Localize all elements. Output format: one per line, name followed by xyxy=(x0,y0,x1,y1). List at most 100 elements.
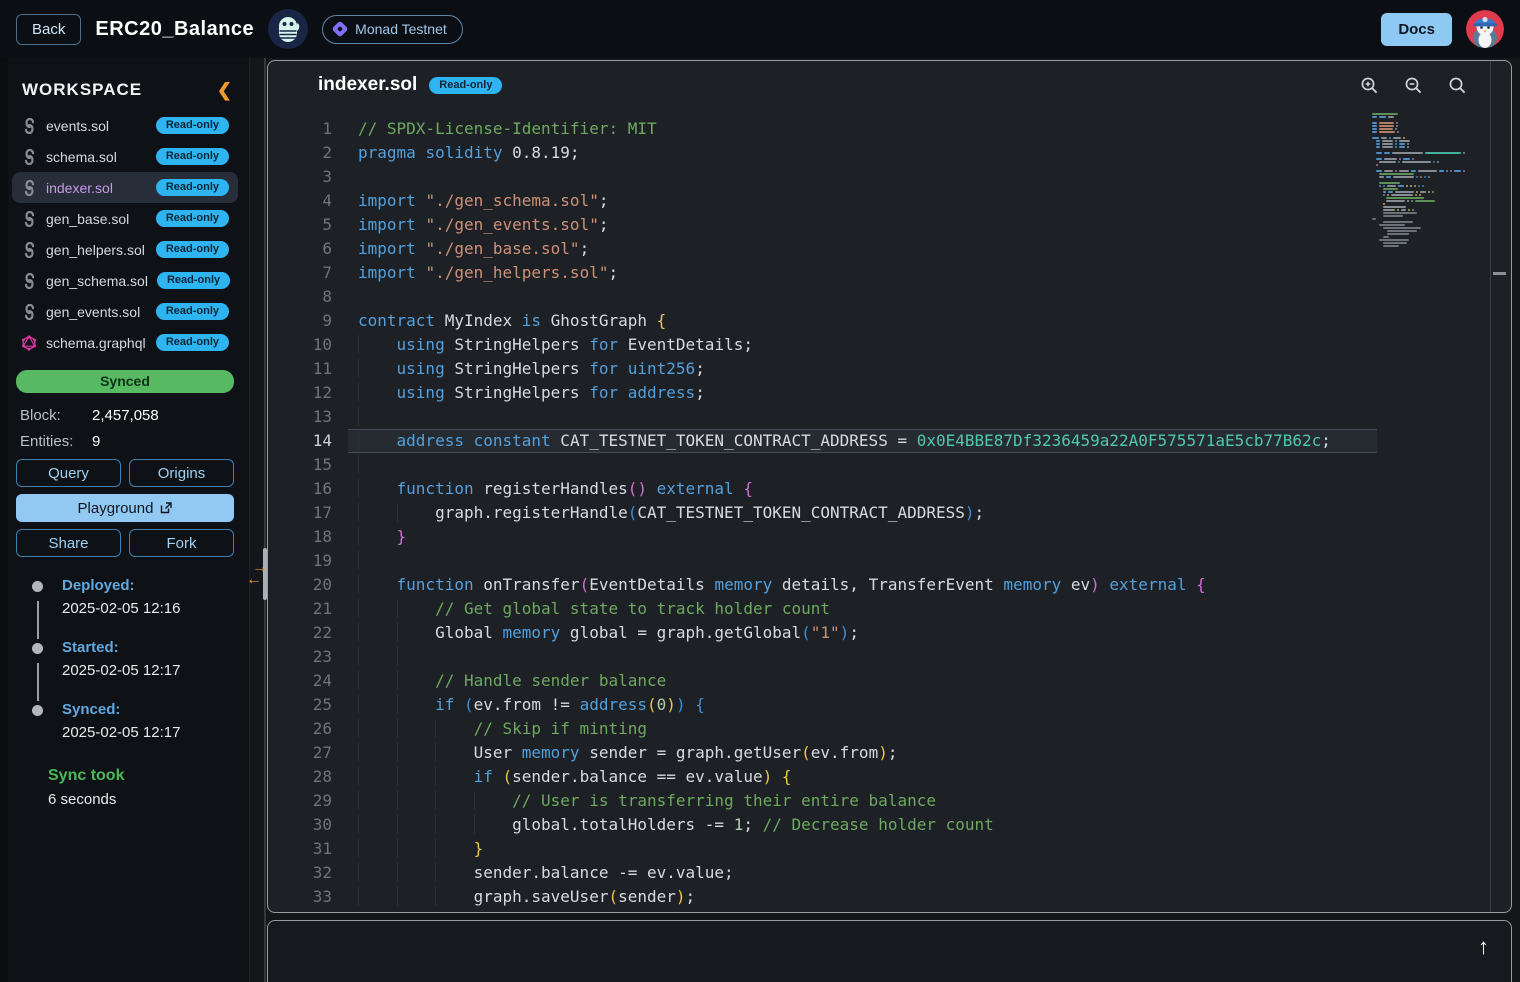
file-name: gen_base.sol xyxy=(46,211,129,227)
code-line-10: 10 using StringHelpers for EventDetails; xyxy=(268,333,1511,357)
fork-button[interactable]: Fork xyxy=(129,529,234,557)
collapse-left-arrow-icon[interactable]: ← xyxy=(246,572,262,588)
query-button[interactable]: Query xyxy=(16,459,121,487)
code-line-16: 16 function registerHandles() external { xyxy=(268,477,1511,501)
timeline-dot xyxy=(32,581,43,592)
timeline-item: Started: 2025-02-05 12:17 xyxy=(20,639,250,679)
timeline-dot xyxy=(32,643,43,654)
block-label: Block: xyxy=(20,407,92,424)
file-name: gen_schema.sol xyxy=(46,273,148,289)
code-line-14: 14 address constant CAT_TESTNET_TOKEN_CO… xyxy=(268,429,1511,453)
timeline-label: Started: xyxy=(62,639,250,656)
sidebar-item-schema.graphql[interactable]: schema.graphql Read-only xyxy=(12,327,238,358)
collapse-sidebar-icon[interactable]: ❮ xyxy=(217,81,232,99)
code-editor-panel: indexer.sol Read-only 1// SPDX-License-I… xyxy=(267,60,1512,913)
bottom-panel: ↑ xyxy=(267,920,1512,982)
code-line-2: 2pragma solidity 0.8.19; xyxy=(268,141,1511,165)
playground-button[interactable]: Playground xyxy=(16,494,234,522)
timeline-timestamp: 2025-02-05 12:17 xyxy=(62,662,250,679)
code-line-30: 30 global.totalHolders -= 1; // Decrease… xyxy=(268,813,1511,837)
code-line-25: 25 if (ev.from != address(0)) { xyxy=(268,693,1511,717)
code-line-18: 18 } xyxy=(268,525,1511,549)
readonly-badge: Read-only xyxy=(156,148,229,165)
workspace-title: WORKSPACE xyxy=(22,80,217,100)
entities-label: Entities: xyxy=(20,433,92,450)
solidity-file-icon xyxy=(22,180,37,196)
code-line-13: 13 xyxy=(268,405,1511,429)
timeline-item: Deployed: 2025-02-05 12:16 xyxy=(20,577,250,617)
code-line-22: 22 Global memory global = graph.getGloba… xyxy=(268,621,1511,645)
code-line-6: 6import "./gen_base.sol"; xyxy=(268,237,1511,261)
code-line-24: 24 // Handle sender balance xyxy=(268,669,1511,693)
sidebar-item-gen_helpers.sol[interactable]: gen_helpers.solRead-only xyxy=(12,234,238,265)
code-line-17: 17 graph.registerHandle(CAT_TESTNET_TOKE… xyxy=(268,501,1511,525)
code-line-15: 15 xyxy=(268,453,1511,477)
deployment-timeline: Deployed: 2025-02-05 12:16 Started: 2025-02… xyxy=(20,577,250,741)
timeline-timestamp: 2025-02-05 12:17 xyxy=(62,724,250,741)
sidebar-item-gen_events.sol[interactable]: gen_events.solRead-only xyxy=(12,296,238,327)
readonly-badge: Read-only xyxy=(156,117,229,134)
readonly-badge: Read-only xyxy=(156,179,229,196)
code-line-33: 33 graph.saveUser(sender); xyxy=(268,885,1511,909)
code-line-1: 1// SPDX-License-Identifier: MIT xyxy=(268,117,1511,141)
solidity-file-icon xyxy=(22,118,37,134)
user-avatar[interactable] xyxy=(1466,10,1504,48)
status-badge: Synced xyxy=(16,370,234,393)
file-name: schema.graphql xyxy=(46,335,146,351)
sidebar-item-events.sol[interactable]: events.sol Read-only xyxy=(12,110,238,141)
sync-took-value: 6 seconds xyxy=(48,791,250,808)
entities-value: 9 xyxy=(92,433,100,450)
file-name: gen_events.sol xyxy=(46,304,140,320)
network-badge[interactable]: Monad Testnet xyxy=(322,15,463,44)
scrollbar-track xyxy=(1490,61,1491,912)
back-button[interactable]: Back xyxy=(16,14,81,45)
file-name: schema.sol xyxy=(46,149,117,165)
readonly-badge: Read-only xyxy=(156,334,229,351)
file-name: events.sol xyxy=(46,118,109,134)
sidebar-item-indexer.sol[interactable]: indexer.sol Read-only xyxy=(12,172,238,203)
code-line-29: 29 // User is transferring their entire … xyxy=(268,789,1511,813)
minimap[interactable] xyxy=(1372,113,1482,253)
code-line-26: 26 // Skip if minting xyxy=(268,717,1511,741)
timeline-dot xyxy=(32,705,43,716)
workspace-sidebar: WORKSPACE ❮ events.solRead-onlyschema.so… xyxy=(0,58,250,982)
docs-button[interactable]: Docs xyxy=(1381,13,1452,46)
code-area[interactable]: 1// SPDX-License-Identifier: MIT2pragma … xyxy=(268,109,1511,909)
block-value: 2,457,058 xyxy=(92,407,159,424)
code-line-32: 32 sender.balance -= ev.value; xyxy=(268,861,1511,885)
zoom-in-icon[interactable] xyxy=(1360,76,1379,95)
timeline-label: Deployed: xyxy=(62,577,250,594)
solidity-file-icon xyxy=(22,149,37,165)
sync-took-label: Sync took xyxy=(48,767,250,785)
search-icon[interactable] xyxy=(1448,76,1467,95)
timeline-connector xyxy=(37,601,39,639)
sidebar-item-schema.sol[interactable]: schema.sol Read-only xyxy=(12,141,238,172)
share-button[interactable]: Share xyxy=(16,529,121,557)
graphql-file-icon xyxy=(21,335,37,351)
zoom-out-icon[interactable] xyxy=(1404,76,1423,95)
solidity-file-icon xyxy=(22,304,37,320)
network-label: Monad Testnet xyxy=(355,21,447,37)
scrollbar-thumb[interactable] xyxy=(1493,272,1506,275)
timeline-timestamp: 2025-02-05 12:16 xyxy=(62,600,250,617)
readonly-badge: Read-only xyxy=(156,241,229,258)
external-link-icon xyxy=(160,502,172,514)
code-line-3: 3 xyxy=(268,165,1511,189)
code-line-12: 12 using StringHelpers for address; xyxy=(268,381,1511,405)
solidity-file-icon xyxy=(22,273,37,289)
playground-label: Playground xyxy=(78,500,154,517)
code-line-21: 21 // Get global state to track holder c… xyxy=(268,597,1511,621)
page-title: ERC20_Balance xyxy=(95,18,254,41)
code-line-28: 28 if (sender.balance == ev.value) { xyxy=(268,765,1511,789)
expand-panel-up-arrow[interactable]: ↑ xyxy=(1472,935,1495,959)
editor-filename: indexer.sol xyxy=(318,74,417,96)
file-name: indexer.sol xyxy=(46,180,113,196)
code-line-31: 31 } xyxy=(268,837,1511,861)
sidebar-item-gen_base.sol[interactable]: gen_base.solRead-only xyxy=(12,203,238,234)
readonly-badge: Read-only xyxy=(429,77,502,94)
sidebar-item-gen_schema.sol[interactable]: gen_schema.solRead-only xyxy=(12,265,238,296)
code-line-9: 9contract MyIndex is GhostGraph { xyxy=(268,309,1511,333)
panel-divider xyxy=(264,58,266,982)
origins-button[interactable]: Origins xyxy=(129,459,234,487)
solidity-file-icon xyxy=(22,211,37,227)
